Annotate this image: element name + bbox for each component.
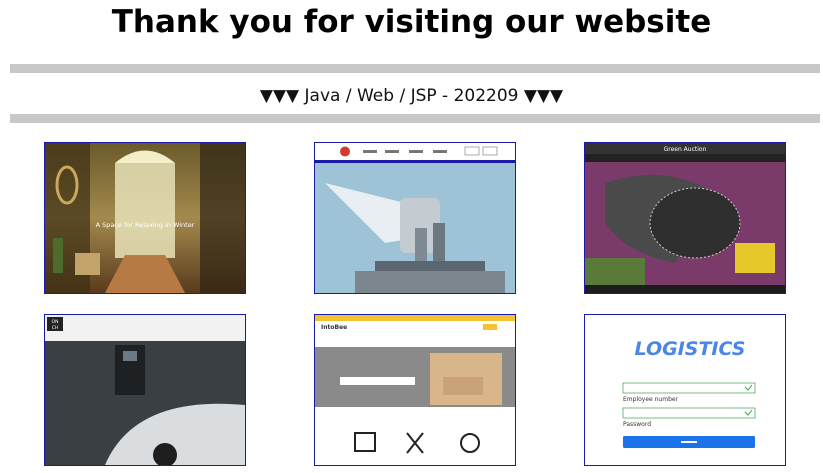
- page-title: Thank you for visiting our website: [111, 4, 712, 40]
- top-divider: [10, 64, 820, 73]
- employee-number-label: Employee number: [623, 396, 679, 403]
- project-thumbnail-logistics[interactable]: LOGISTICS Employee number Password: [584, 314, 786, 466]
- project-thumbnail-interior[interactable]: IntoBee: [314, 314, 516, 466]
- microscope-preview-icon: [315, 143, 515, 293]
- project-thumbnail-ev[interactable]: ON CH: [44, 314, 246, 466]
- logistics-logo: LOGISTICS: [635, 338, 746, 360]
- hotel-hallway-preview-icon: A Space for Relaxing in Winter: [45, 143, 245, 293]
- hotel-caption: A Space for Relaxing in Winter: [96, 221, 195, 229]
- ev-logo-bottom: CH: [52, 325, 59, 331]
- green-auction-preview-icon: Green Auction: [585, 143, 785, 293]
- ev-charging-preview-icon: ON CH: [45, 315, 245, 465]
- interior-brand: IntoBee: [321, 324, 347, 331]
- section-subtitle: ▼▼▼ Java / Web / JSP - 202209 ▼▼▼: [259, 86, 564, 106]
- bottom-divider: [10, 114, 820, 123]
- logistics-login-preview-icon: LOGISTICS Employee number Password: [585, 315, 785, 465]
- project-thumbnail-lab[interactable]: [314, 142, 516, 294]
- ev-logo-top: ON: [52, 319, 59, 325]
- project-thumbnail-green-auction[interactable]: Green Auction: [584, 142, 786, 294]
- interior-shop-preview-icon: IntoBee: [315, 315, 515, 465]
- project-thumbnail-hotel[interactable]: A Space for Relaxing in Winter: [44, 142, 246, 294]
- green-auction-header: Green Auction: [664, 146, 707, 153]
- password-label: Password: [623, 421, 651, 428]
